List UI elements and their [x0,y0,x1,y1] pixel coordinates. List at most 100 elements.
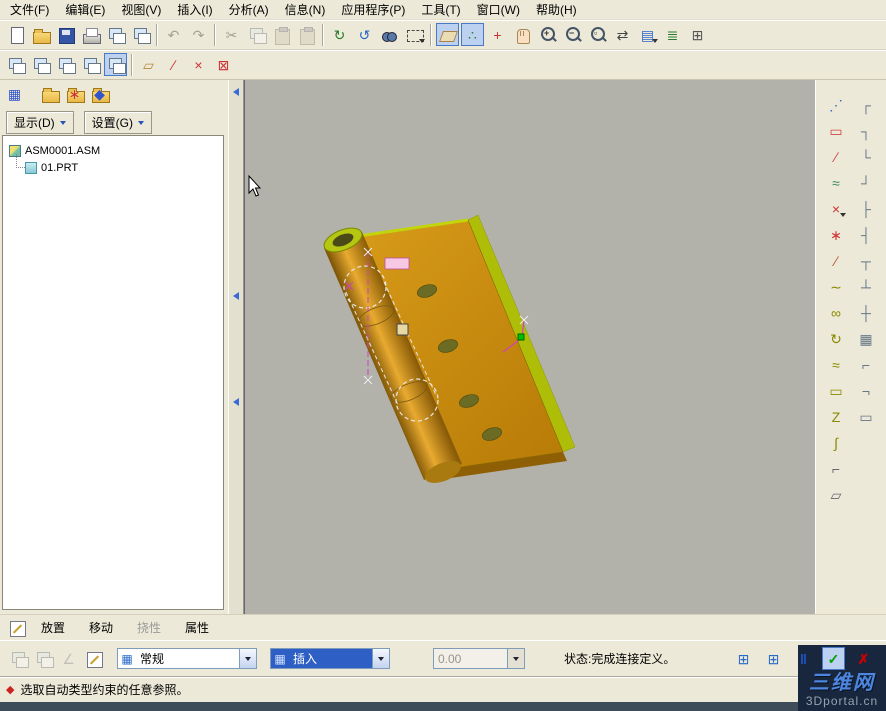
pause-icon[interactable]: ‖ [792,647,815,670]
side-tool-icon-1[interactable]: ┌ [855,94,877,116]
plane-tag-toggle-icon[interactable]: ▱ [137,53,160,76]
collapse-arrow-icon[interactable] [233,88,239,96]
side-tool-icon-9[interactable]: ┼ [855,302,877,324]
axis-tag-toggle-icon[interactable]: ∕ [162,53,185,76]
redo-icon[interactable]: ↷ [187,23,210,46]
delete-old-versions-icon[interactable] [129,23,152,46]
side-tool-icon-5[interactable]: ├ [855,198,877,220]
constraint-list-icon[interactable]: ∠ [57,647,80,670]
side-tool-icon-11[interactable]: ⌐ [855,354,877,376]
selection-filter-icon[interactable] [403,23,426,46]
zoom-in-icon[interactable]: + [536,23,559,46]
menu-item[interactable]: 信息(N) [277,0,334,20]
new-file-icon[interactable] [4,23,27,46]
collapse-arrow-icon[interactable] [233,398,239,406]
menu-item[interactable]: 帮助(H) [528,0,585,20]
side-tool-icon-3[interactable]: └ [855,146,877,168]
paste-icon[interactable] [270,23,293,46]
tree-node[interactable]: ASM0001.ASM [7,142,221,159]
paste-special-icon[interactable] [295,23,318,46]
datum-display-toggle-icon[interactable] [436,23,459,46]
open-file-icon[interactable] [29,23,52,46]
sweep-tool-icon[interactable]: ∫ [825,432,847,454]
tree-show-folder-icon[interactable] [38,82,61,105]
erase-display-icon[interactable] [104,23,127,46]
open-subwindow-icon[interactable] [7,647,30,670]
connection-point[interactable] [517,333,525,341]
cascade-window-icon[interactable] [54,53,77,76]
menu-item[interactable]: 编辑(E) [57,0,113,20]
tree-search-folder-icon[interactable]: ∗ [63,82,86,105]
tab-properties[interactable]: 属性 [173,616,221,639]
component-window-icon[interactable]: ⊞ [732,647,755,670]
freeze-component-icon[interactable] [32,647,55,670]
graphics-area[interactable] [244,80,815,614]
menu-item[interactable]: 视图(V) [113,0,169,20]
zoom-out-icon[interactable]: − [561,23,584,46]
menu-item[interactable]: 应用程序(P) [333,0,413,20]
snap-settings-icon[interactable]: ⋰ [825,94,847,116]
side-tool-icon-4[interactable]: ┘ [855,172,877,194]
panel-splitter[interactable] [228,80,244,614]
side-tool-icon-13[interactable]: ▭ [855,406,877,428]
side-tool-icon-2[interactable]: ┐ [855,120,877,142]
layers-icon[interactable]: ≣ [661,23,684,46]
zoom-fit-icon[interactable]: ▫ [586,23,609,46]
tree-columns-icon[interactable]: ▦ [3,82,26,105]
tab-flexibility[interactable]: 挠性 [125,616,173,639]
tab-move[interactable]: 移动 [77,616,125,639]
spline-tool-icon[interactable]: ≈ [825,354,847,376]
new-window-icon[interactable] [4,53,27,76]
auto-regenerate-icon[interactable]: ↺ [353,23,376,46]
side-tool-icon-12[interactable]: ¬ [855,380,877,402]
pan-icon[interactable] [511,23,534,46]
undo-icon[interactable]: ↶ [162,23,185,46]
cancel-icon[interactable]: ✗ [852,647,875,670]
tree-settings-folder-icon[interactable]: ◆ [88,82,111,105]
datum-axis-tool-icon[interactable]: ∕ [825,146,847,168]
zigzag-tool-icon[interactable]: Z [825,406,847,428]
ok-icon[interactable]: ✓ [822,647,845,670]
save-icon[interactable] [54,23,77,46]
rectangle-tool-icon[interactable]: ▭ [825,380,847,402]
reorient-icon[interactable]: ⇄ [611,23,634,46]
find-icon[interactable] [378,23,401,46]
tab-placement[interactable]: 放置 [29,616,77,639]
copy-icon[interactable] [245,23,268,46]
datum-point-tool-icon[interactable]: × [825,198,847,220]
side-tool-icon-6[interactable]: ┤ [855,224,877,246]
constraint-set-combo[interactable]: ▦ 常规 [117,648,257,669]
corner-tool-icon[interactable]: ⌐ [825,458,847,480]
collapse-arrow-icon[interactable] [233,292,239,300]
circle-tool-icon[interactable]: ∞ [825,302,847,324]
spin-center-icon[interactable]: + [486,23,509,46]
sketched-axis-tool-icon[interactable]: ∕ [825,250,847,272]
dropdown-button[interactable] [372,649,389,668]
revolve-tool-icon[interactable]: ↻ [825,328,847,350]
constraint-tag[interactable] [384,257,410,270]
side-tool-icon-7[interactable]: ┬ [855,250,877,272]
active-window-icon[interactable] [104,53,127,76]
side-tool-icon-8[interactable]: ┴ [855,276,877,298]
regenerate-icon[interactable]: ↻ [328,23,351,46]
point-tag-toggle-icon[interactable]: × [187,53,210,76]
view-manager-icon[interactable]: ⊞ [686,23,709,46]
flatten-tool-icon[interactable]: ▱ [825,484,847,506]
csys-tag-toggle-icon[interactable]: ⊠ [212,53,235,76]
dropdown-button[interactable] [239,649,256,668]
point-array-tool-icon[interactable]: ∗ [825,224,847,246]
use-edge-tool-icon[interactable]: ∼ [825,276,847,298]
menu-item[interactable]: 插入(I) [169,0,220,20]
drag-handle[interactable] [396,323,409,336]
define-placement-icon[interactable] [82,647,105,670]
menu-item[interactable]: 窗口(W) [469,0,528,20]
menu-item[interactable]: 文件(F) [2,0,57,20]
cut-icon[interactable]: ✂ [220,23,243,46]
tile-window-icon[interactable] [29,53,52,76]
menu-item[interactable]: 分析(A) [221,0,277,20]
connection-type-combo[interactable]: ▦ 插入 [270,648,390,669]
curve-tool-icon[interactable]: ≈ [825,172,847,194]
menu-item[interactable]: 工具(T) [413,0,468,20]
saved-views-icon[interactable]: ▤ [636,23,659,46]
datum-plane-tool-icon[interactable]: ▭ [825,120,847,142]
